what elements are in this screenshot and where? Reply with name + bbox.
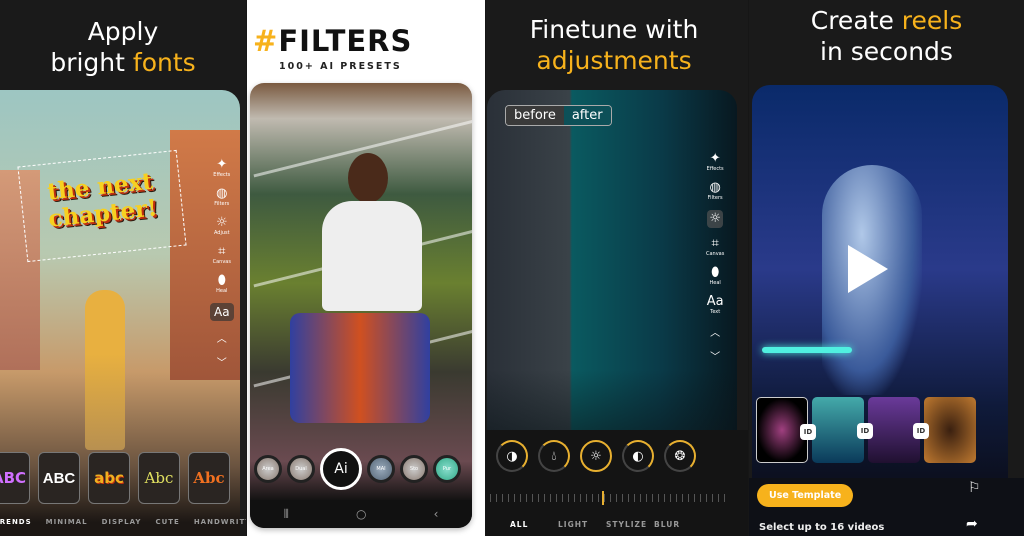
heal-icon: ⬮: [711, 265, 720, 280]
style-option[interactable]: Abc: [138, 452, 180, 504]
style-tabs: TRENDS MINIMAL DISPLAY CUTE HANDWRITTTEN: [0, 518, 246, 526]
before-after-toggle: before after: [505, 105, 612, 126]
after-button[interactable]: after: [563, 106, 611, 125]
font-style-list: ABC ABC abc Abc Abc: [0, 452, 230, 504]
bookmark-icon[interactable]: ⚐: [968, 480, 981, 496]
select-videos-hint: Select up to 16 videos: [759, 522, 885, 533]
back-icon[interactable]: ‹: [434, 507, 439, 521]
tool-canvas[interactable]: ⌗ Canvas: [213, 244, 231, 266]
tool-filters[interactable]: ◍ Filters: [708, 180, 723, 202]
panel-title: Finetune with adjustments: [529, 15, 699, 75]
chevron-down-icon[interactable]: ﹀: [710, 348, 720, 363]
clip-thumbnail[interactable]: ID: [812, 397, 873, 463]
filter-chip[interactable]: Dual: [287, 455, 315, 483]
tab-trends[interactable]: TRENDS: [0, 518, 32, 526]
light-streak: [762, 347, 852, 353]
home-icon[interactable]: ○: [356, 507, 366, 521]
adjust-dials: ◑ 💧︎ ☼ ◐ ❂: [496, 440, 696, 472]
panel-subtitle: 100+ AI PRESETS: [279, 61, 402, 72]
text-tool-button[interactable]: Aa: [210, 303, 234, 321]
tool-canvas[interactable]: ⌗ Canvas: [706, 236, 724, 258]
tab-stylize[interactable]: STYLIZE: [606, 520, 654, 529]
tool-text[interactable]: Aa Text: [706, 294, 724, 316]
effects-icon: ✦: [709, 151, 721, 166]
slider-handle[interactable]: [602, 491, 604, 505]
phone-screen: ID ID ID: [752, 85, 1008, 536]
filter-chip[interactable]: MAI: [367, 455, 395, 483]
android-nav-bar: ⦀ ○ ‹: [250, 500, 472, 528]
tool-filters[interactable]: ◍ Filters: [214, 186, 229, 208]
panel-title: Apply bright fonts: [50, 17, 196, 77]
chevron-down-icon[interactable]: ﹀: [217, 354, 227, 369]
heal-icon: ⬮: [217, 273, 226, 288]
transition-button[interactable]: ID: [913, 423, 929, 439]
tool-adjust[interactable]: ☼: [707, 210, 723, 228]
filter-chip[interactable]: Area: [254, 455, 282, 483]
tool-effects[interactable]: ✦ Effects: [213, 157, 230, 179]
chevron-up-icon[interactable]: ︿: [217, 330, 227, 345]
filter-chip[interactable]: Sto: [400, 455, 428, 483]
tab-cute[interactable]: CUTE: [155, 518, 179, 526]
use-template-button[interactable]: Use Template: [757, 484, 854, 507]
clip-thumbnail[interactable]: ID: [756, 397, 816, 463]
tool-heal[interactable]: ⬮ Heal: [216, 273, 227, 295]
saturation-icon[interactable]: 💧︎: [538, 440, 570, 472]
person-shirt: [322, 201, 422, 311]
tab-blur[interactable]: BLUR: [654, 520, 680, 529]
transition-button[interactable]: ID: [857, 423, 873, 439]
style-option[interactable]: ABC: [0, 452, 30, 504]
transition-button[interactable]: ID: [800, 424, 816, 440]
phone-screen: Area Dual Ai MAI Sto Pur ⦀ ○ ‹: [250, 83, 472, 528]
panel-title: Create reels in seconds: [810, 6, 963, 66]
clip-thumbnail[interactable]: [924, 397, 976, 463]
effects-icon: ✦: [216, 157, 228, 172]
tab-display[interactable]: DISPLAY: [102, 518, 142, 526]
filters-icon: ◍: [709, 180, 721, 195]
panel-title: #FILTERS: [253, 24, 413, 58]
exposure-icon[interactable]: ◑: [496, 440, 528, 472]
aperture-icon[interactable]: ❂: [664, 440, 696, 472]
tool-rail: ✦ Effects ◍ Filters ☼ ⌗ Canvas ⬮ Heal Aa Text…: [706, 151, 724, 364]
person-pants: [290, 313, 430, 423]
text-icon: Aa: [706, 294, 724, 309]
ai-filter-button[interactable]: Ai: [320, 448, 362, 490]
share-icon[interactable]: ➦: [966, 516, 978, 532]
canvas-icon: ⌗: [711, 236, 719, 251]
adjust-icon: ☼: [709, 211, 721, 226]
tab-handwritten[interactable]: HANDWRITTTEN: [194, 518, 246, 526]
filter-chip[interactable]: Pur: [433, 455, 461, 483]
tab-all[interactable]: ALL: [510, 520, 558, 529]
canvas-icon: ⌗: [218, 244, 226, 259]
adjust-slider[interactable]: [490, 491, 730, 505]
tool-heal[interactable]: ⬮ Heal: [710, 265, 721, 287]
filter-carousel: Area Dual Ai MAI Sto Pur: [254, 448, 461, 490]
panel-reels: Create reels in seconds ID ID ID Use Tem…: [749, 0, 1024, 536]
before-button[interactable]: before: [506, 106, 564, 125]
style-option[interactable]: ABC: [38, 452, 80, 504]
adjust-icon: ☼: [215, 215, 228, 230]
brightness-icon[interactable]: ☼: [580, 440, 612, 472]
tool-effects[interactable]: ✦ Effects: [707, 151, 724, 173]
person-head: [348, 153, 388, 203]
style-option[interactable]: Abc: [188, 452, 230, 504]
panel-filters: #FILTERS 100+ AI PRESETS Area Dual Ai MA…: [247, 0, 485, 536]
filters-icon: ◍: [216, 186, 228, 201]
play-icon[interactable]: [848, 245, 888, 293]
text-overlay[interactable]: the next chapter!: [17, 149, 187, 263]
adjust-tabs: ALL LIGHT STYLIZE BLUR: [510, 520, 680, 529]
clip-strip: ID ID ID: [756, 397, 976, 463]
person: [85, 290, 125, 450]
clip-thumbnail[interactable]: ID: [868, 397, 929, 463]
panel-adjustments: Finetune with adjustments before after ✦…: [486, 0, 748, 536]
tool-adjust[interactable]: ☼ Adjust: [214, 215, 230, 237]
contrast-icon[interactable]: ◐: [622, 440, 654, 472]
tool-rail: ✦ Effects ◍ Filters ☼ Adjust ⌗ Canvas ⬮ Heal …: [210, 158, 234, 369]
style-option[interactable]: abc: [88, 452, 130, 504]
tab-minimal[interactable]: MINIMAL: [46, 518, 88, 526]
recents-icon[interactable]: ⦀: [284, 507, 289, 522]
panel-fonts: Apply bright fonts the next chapter! ✦ Eff…: [0, 0, 246, 536]
chevron-up-icon[interactable]: ︿: [710, 324, 720, 339]
tab-light[interactable]: LIGHT: [558, 520, 606, 529]
